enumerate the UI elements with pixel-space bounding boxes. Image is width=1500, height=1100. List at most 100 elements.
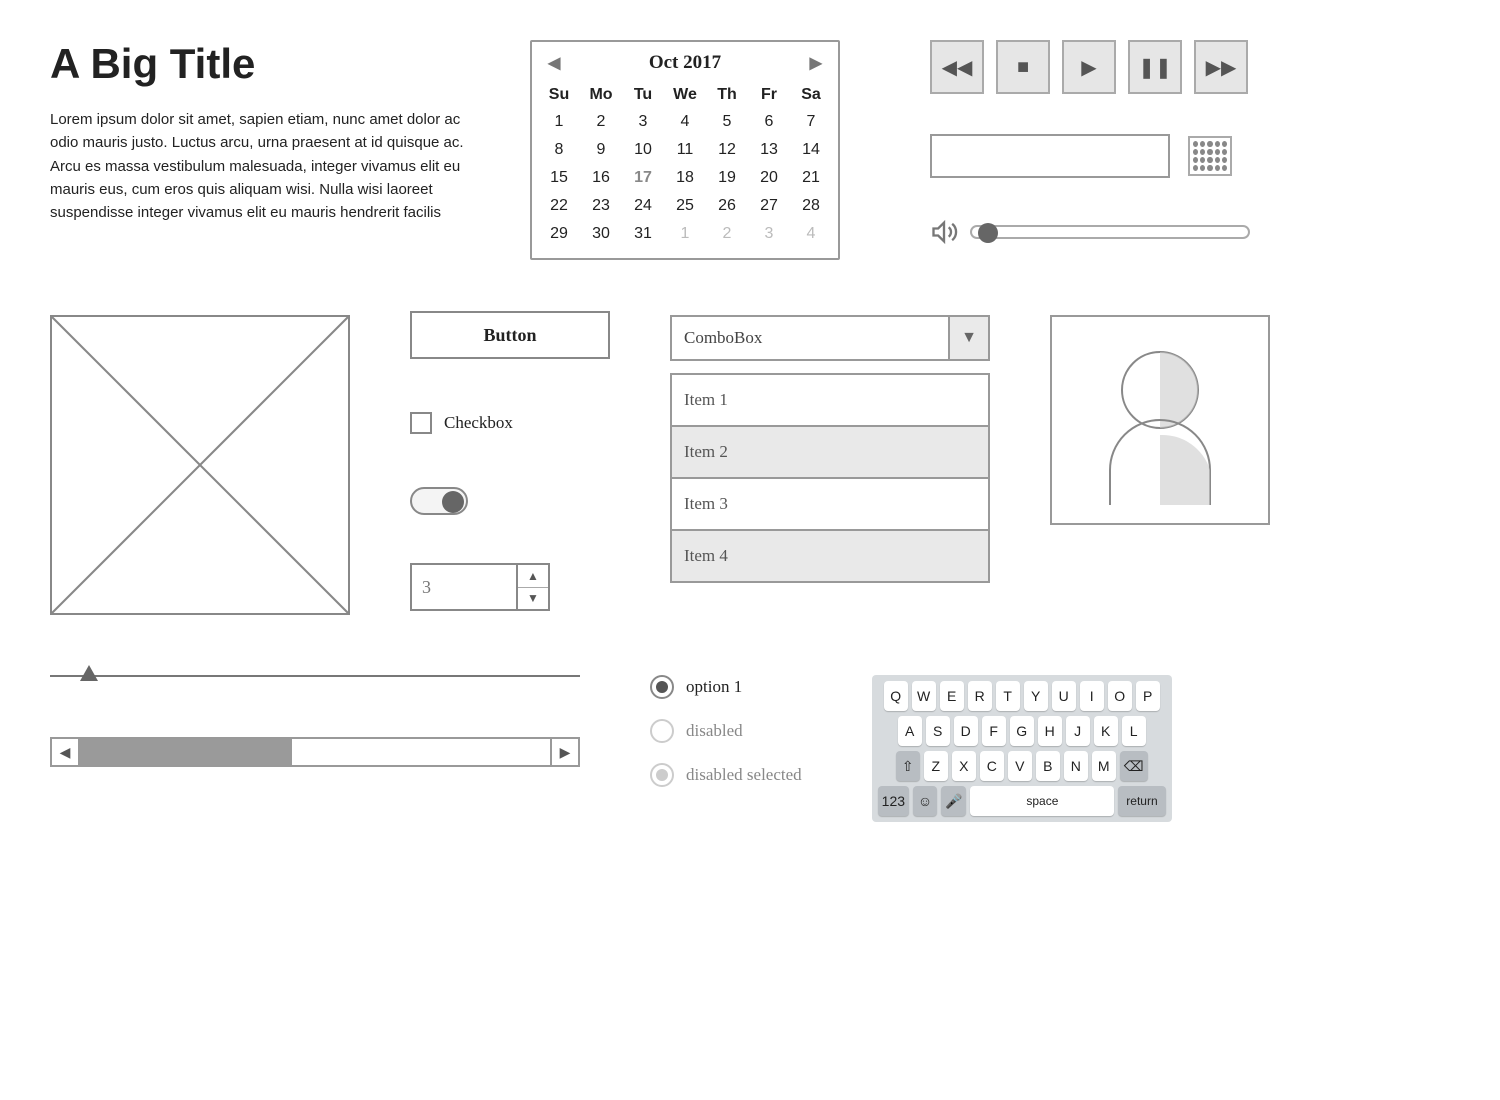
rewind-button[interactable]: ◀◀ — [930, 40, 984, 94]
numeric-stepper[interactable]: 3 ▲ ▼ — [410, 563, 550, 611]
calendar-day[interactable]: 12 — [706, 136, 748, 164]
calendar-day[interactable]: 22 — [538, 192, 580, 220]
generic-button[interactable]: Button — [410, 311, 610, 359]
scroll-right-icon[interactable]: ▶ — [550, 739, 578, 765]
scroll-left-icon[interactable]: ◀ — [52, 739, 80, 765]
calendar-day[interactable]: 14 — [790, 136, 832, 164]
key-s[interactable]: S — [926, 716, 950, 746]
key-e[interactable]: E — [940, 681, 964, 711]
key-space[interactable]: space — [970, 786, 1114, 816]
key-mic-icon[interactable]: 🎤 — [941, 786, 966, 816]
key-r[interactable]: R — [968, 681, 992, 711]
volume-slider[interactable] — [970, 225, 1250, 239]
calendar-day[interactable]: 16 — [580, 164, 622, 192]
calendar-day[interactable]: 2 — [580, 108, 622, 136]
list-item[interactable]: Item 3 — [672, 479, 988, 531]
key-return[interactable]: return — [1118, 786, 1165, 816]
checkbox[interactable] — [410, 412, 432, 434]
key-shift-icon[interactable]: ⇧ — [896, 751, 920, 781]
key-o[interactable]: O — [1108, 681, 1132, 711]
slider[interactable] — [50, 675, 580, 677]
key-p[interactable]: P — [1136, 681, 1160, 711]
key-v[interactable]: V — [1008, 751, 1032, 781]
key-w[interactable]: W — [912, 681, 936, 711]
calendar-day[interactable]: 20 — [748, 164, 790, 192]
calendar-day[interactable]: 4 — [790, 220, 832, 248]
numeric-value[interactable]: 3 — [412, 565, 516, 609]
list-item[interactable]: Item 1 — [672, 375, 988, 427]
calendar-day[interactable]: 4 — [664, 108, 706, 136]
calendar-day[interactable]: 27 — [748, 192, 790, 220]
calendar-day[interactable]: 18 — [664, 164, 706, 192]
calendar-day[interactable]: 7 — [790, 108, 832, 136]
calendar-day[interactable]: 15 — [538, 164, 580, 192]
key-backspace-icon[interactable]: ⌫ — [1120, 751, 1148, 781]
key-c[interactable]: C — [980, 751, 1004, 781]
key-j[interactable]: J — [1066, 716, 1090, 746]
calendar-day[interactable]: 31 — [622, 220, 664, 248]
calendar-day[interactable]: 1 — [538, 108, 580, 136]
key-z[interactable]: Z — [924, 751, 948, 781]
key-y[interactable]: Y — [1024, 681, 1048, 711]
calendar-day[interactable]: 5 — [706, 108, 748, 136]
key-l[interactable]: L — [1122, 716, 1146, 746]
calendar-day[interactable]: 19 — [706, 164, 748, 192]
calendar-day[interactable]: 9 — [580, 136, 622, 164]
key-a[interactable]: A — [898, 716, 922, 746]
stepper-up-icon[interactable]: ▲ — [518, 565, 548, 588]
datepicker-icon[interactable] — [1188, 136, 1232, 176]
key-b[interactable]: B — [1036, 751, 1060, 781]
calendar-day[interactable]: 13 — [748, 136, 790, 164]
calendar-day[interactable]: 6 — [748, 108, 790, 136]
calendar-day[interactable]: 3 — [748, 220, 790, 248]
key-g[interactable]: G — [1010, 716, 1034, 746]
calendar-day[interactable]: 3 — [622, 108, 664, 136]
calendar-day[interactable]: 23 — [580, 192, 622, 220]
calendar[interactable]: ◀ Oct 2017 ▶ SuMoTuWeThFrSa1234567891011… — [530, 40, 840, 260]
stop-button[interactable]: ■ — [996, 40, 1050, 94]
calendar-day[interactable]: 8 — [538, 136, 580, 164]
calendar-day[interactable]: 25 — [664, 192, 706, 220]
calendar-day[interactable]: 26 — [706, 192, 748, 220]
calendar-day[interactable]: 30 — [580, 220, 622, 248]
key-k[interactable]: K — [1094, 716, 1118, 746]
key-h[interactable]: H — [1038, 716, 1062, 746]
key-n[interactable]: N — [1064, 751, 1088, 781]
key-t[interactable]: T — [996, 681, 1020, 711]
onscreen-keyboard[interactable]: QWERTYUIOP ASDFGHJKL ⇧ZXCVBNM⌫ 123 ☺ 🎤 s… — [872, 675, 1172, 822]
slider-thumb[interactable] — [80, 665, 98, 681]
pause-button[interactable]: ❚❚ — [1128, 40, 1182, 94]
list-item[interactable]: Item 2 — [672, 427, 988, 479]
toggle-switch[interactable] — [410, 487, 468, 515]
combobox[interactable]: ComboBox ▼ — [670, 315, 990, 361]
key-d[interactable]: D — [954, 716, 978, 746]
calendar-day[interactable]: 1 — [664, 220, 706, 248]
radio-option1[interactable] — [650, 675, 674, 699]
calendar-day[interactable]: 21 — [790, 164, 832, 192]
calendar-prev-icon[interactable]: ◀ — [548, 53, 560, 73]
key-i[interactable]: I — [1080, 681, 1104, 711]
volume-thumb[interactable] — [978, 223, 998, 243]
stepper-down-icon[interactable]: ▼ — [518, 588, 548, 610]
key-emoji-icon[interactable]: ☺ — [913, 786, 937, 816]
play-button[interactable]: ▶ — [1062, 40, 1116, 94]
horizontal-scrollbar[interactable]: ◀ ▶ — [50, 737, 580, 767]
scroll-track[interactable] — [80, 739, 550, 765]
calendar-day[interactable]: 24 — [622, 192, 664, 220]
calendar-day[interactable]: 28 — [790, 192, 832, 220]
combobox-dropdown-icon[interactable]: ▼ — [948, 317, 988, 359]
calendar-day[interactable]: 2 — [706, 220, 748, 248]
listbox[interactable]: Item 1Item 2Item 3Item 4 — [670, 373, 990, 583]
calendar-day[interactable]: 11 — [664, 136, 706, 164]
key-q[interactable]: Q — [884, 681, 908, 711]
calendar-day[interactable]: 10 — [622, 136, 664, 164]
date-input[interactable] — [930, 134, 1170, 178]
key-f[interactable]: F — [982, 716, 1006, 746]
forward-button[interactable]: ▶▶ — [1194, 40, 1248, 94]
key-u[interactable]: U — [1052, 681, 1076, 711]
calendar-day[interactable]: 17 — [622, 164, 664, 192]
key-123[interactable]: 123 — [878, 786, 909, 816]
scroll-thumb[interactable] — [80, 739, 292, 765]
calendar-next-icon[interactable]: ▶ — [810, 53, 822, 73]
key-x[interactable]: X — [952, 751, 976, 781]
